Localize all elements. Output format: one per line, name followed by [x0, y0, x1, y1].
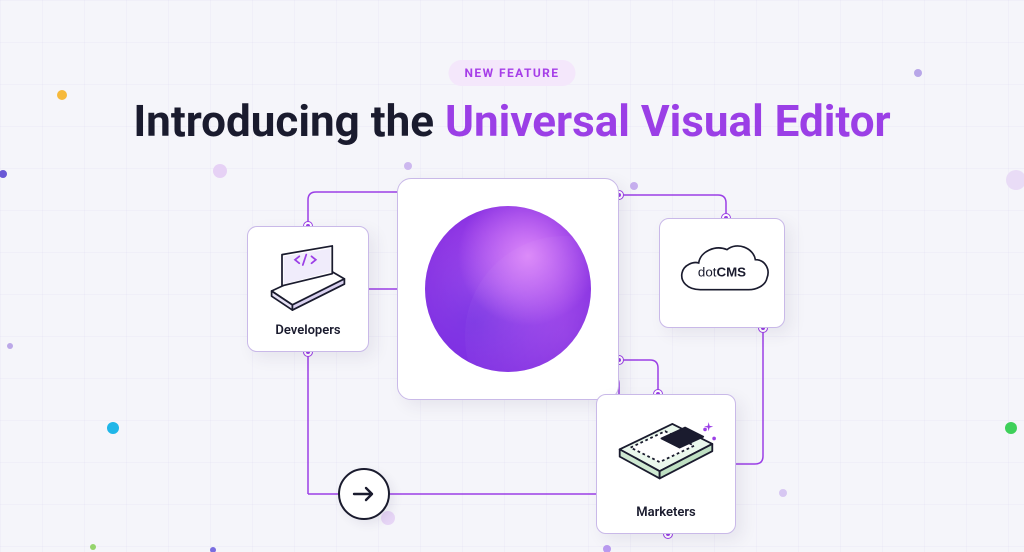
decorative-dot [7, 343, 13, 349]
dotcms-brand-suffix: CMS [716, 264, 746, 279]
developers-card: Developers [247, 226, 369, 352]
arrow-right-icon [352, 486, 376, 502]
decorative-dot [404, 162, 412, 170]
laptop-code-icon [256, 237, 360, 319]
feature-badge: NEW FEATURE [448, 60, 575, 86]
marketers-card: Marketers [596, 394, 736, 534]
headline-accent: Universal Visual Editor [445, 95, 891, 147]
decorative-dot [210, 547, 216, 552]
decorative-dot [90, 544, 96, 550]
decorative-dot [603, 545, 611, 552]
abstract-orb-icon [425, 206, 591, 372]
decorative-dot [779, 489, 787, 497]
page-title: Introducing the Universal Visual Editor [0, 95, 1024, 147]
decorative-dot [107, 422, 119, 434]
decorative-dot [630, 182, 638, 190]
cloud-icon: dotCMS [672, 238, 772, 308]
decorative-dot [213, 164, 227, 178]
decorative-dot [0, 170, 7, 178]
svg-text:dotCMS: dotCMS [698, 264, 746, 279]
headline-prefix: Introducing the [133, 95, 445, 147]
dotcms-card: dotCMS [659, 218, 785, 328]
decorative-dot [381, 511, 395, 525]
decorative-dot [914, 69, 922, 77]
decorative-dot [1005, 422, 1017, 434]
next-arrow-button[interactable] [338, 468, 390, 520]
editor-center-card [397, 178, 619, 400]
dotcms-brand-prefix: dot [698, 264, 717, 279]
page-builder-icon [607, 405, 725, 501]
decorative-dot [1006, 170, 1024, 190]
marketers-label: Marketers [607, 501, 725, 520]
developers-label: Developers [256, 319, 360, 338]
